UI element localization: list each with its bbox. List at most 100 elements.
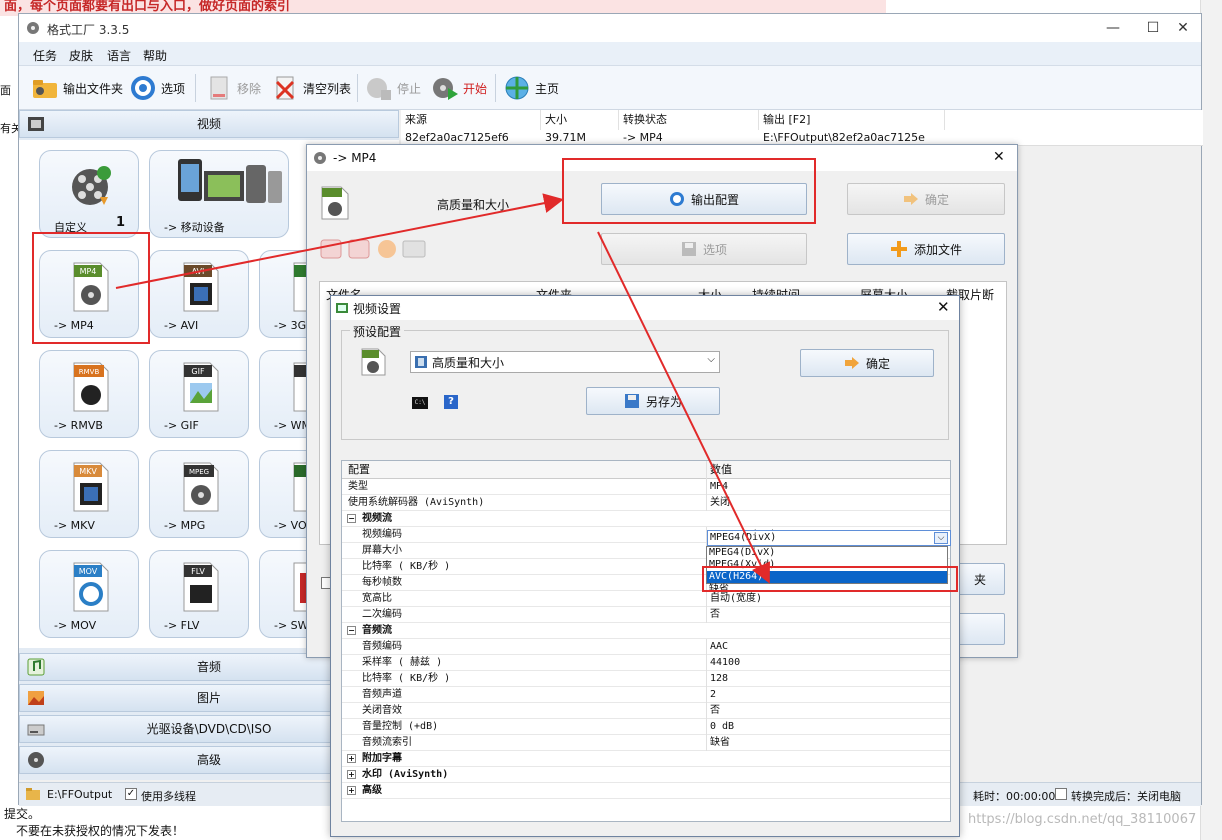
- tile-rmvb[interactable]: RMVB -> RMVB: [39, 350, 139, 438]
- property-row[interactable]: 比特率 ( KB/秒 ) 128: [342, 671, 950, 687]
- rmvb-file-icon: RMVB: [73, 362, 109, 412]
- column-divider: [706, 607, 707, 623]
- menu-skin[interactable]: 皮肤: [69, 47, 93, 64]
- mp4-extra-button[interactable]: [955, 613, 1005, 645]
- mp4-folder-button[interactable]: 夹: [955, 563, 1005, 595]
- menu-language[interactable]: 语言: [107, 47, 131, 64]
- property-row[interactable]: 音频流索引 缺省: [342, 735, 950, 751]
- menu-task[interactable]: 任务: [33, 47, 57, 64]
- property-row[interactable]: 音频声道 2: [342, 687, 950, 703]
- codec-select[interactable]: MPEG4(DivX) ⌵: [707, 530, 951, 546]
- property-row[interactable]: 使用系统解码器 (AviSynth) 关闭: [342, 495, 950, 511]
- gif-file-icon: GIF: [183, 362, 219, 412]
- tile-avi[interactable]: AVI -> AVI: [149, 250, 249, 338]
- property-row[interactable]: 宽高比 自动(宽度): [342, 591, 950, 607]
- column-divider: [706, 639, 707, 655]
- tile-mov[interactable]: MOV -> MOV: [39, 550, 139, 638]
- start-button[interactable]: 开始: [431, 72, 487, 104]
- property-row[interactable]: 音频编码 AAC: [342, 639, 950, 655]
- property-section[interactable]: + 水印 (AviSynth): [342, 767, 950, 783]
- tile-custom[interactable]: 自定义 1: [39, 150, 139, 238]
- command-line-icon[interactable]: C:\: [412, 397, 428, 409]
- options-button[interactable]: 选项: [129, 72, 185, 104]
- save-as-button[interactable]: 另存为: [586, 387, 720, 415]
- film-icon: [28, 117, 44, 131]
- column-source[interactable]: 来源: [401, 110, 541, 130]
- menu-help[interactable]: 帮助: [143, 47, 167, 64]
- mp4-file-icon: [321, 186, 349, 220]
- category-video[interactable]: 视频: [19, 110, 399, 138]
- after-convert-checkbox[interactable]: [1055, 788, 1067, 800]
- property-value[interactable]: 128: [710, 671, 728, 686]
- property-section[interactable]: + 附加字幕: [342, 751, 950, 767]
- folder-icon: [33, 80, 57, 98]
- property-row[interactable]: 关闭音效 否: [342, 703, 950, 719]
- property-value[interactable]: MP4: [710, 479, 728, 494]
- collapse-icon[interactable]: −: [347, 514, 356, 523]
- property-section[interactable]: − 视频流: [342, 511, 950, 527]
- clear-list-button[interactable]: 清空列表: [271, 72, 351, 104]
- picture-icon: [28, 691, 44, 705]
- remove-button[interactable]: 移除: [205, 72, 261, 104]
- property-row[interactable]: 二次编码 否: [342, 607, 950, 623]
- property-row[interactable]: 采样率 ( 赫兹 ) 44100: [342, 655, 950, 671]
- column-output[interactable]: 输出 [F2]: [759, 110, 945, 130]
- chevron-down-icon[interactable]: ⌵: [934, 532, 948, 544]
- property-value[interactable]: 缺省: [710, 735, 730, 750]
- property-value[interactable]: 2: [710, 687, 716, 702]
- property-section[interactable]: − 音频流: [342, 623, 950, 639]
- title-bar: 格式工厂 3.3.5 — ☐ ✕: [19, 14, 1201, 42]
- home-button[interactable]: 主页: [503, 72, 559, 104]
- property-value[interactable]: 0 dB: [710, 719, 734, 734]
- output-folder-button[interactable]: 输出文件夹: [31, 72, 123, 104]
- tile-flv[interactable]: FLV -> FLV: [149, 550, 249, 638]
- codec-option-divx[interactable]: MPEG4(DivX): [707, 547, 947, 559]
- minimize-button[interactable]: —: [1093, 14, 1133, 42]
- save-as-label: 另存为: [645, 394, 682, 409]
- annotation-box-mp4: [32, 232, 150, 344]
- tile-mkv[interactable]: MKV -> MKV: [39, 450, 139, 538]
- svg-text:AVI: AVI: [192, 267, 205, 276]
- settings-ok-button[interactable]: 确定: [800, 349, 934, 377]
- folder-icon: [26, 788, 40, 800]
- property-value[interactable]: 44100: [710, 655, 740, 670]
- property-row[interactable]: 音量控制 (+dB) 0 dB: [342, 719, 950, 735]
- tile-mobile[interactable]: -> 移动设备: [149, 150, 289, 238]
- property-value[interactable]: 否: [710, 607, 720, 622]
- music-note-icon: [27, 658, 45, 676]
- help-icon[interactable]: ?: [444, 395, 458, 409]
- property-value[interactable]: 关闭: [710, 495, 730, 510]
- preset-select[interactable]: 高质量和大小 ⌵: [410, 351, 720, 373]
- property-name: 音频流索引: [362, 737, 412, 748]
- tile-gif[interactable]: GIF -> GIF: [149, 350, 249, 438]
- close-button[interactable]: ✕: [1163, 14, 1203, 42]
- mp4-dialog-close-button[interactable]: ✕: [993, 149, 1005, 165]
- column-size[interactable]: 大小: [541, 110, 619, 130]
- video-settings-close-button[interactable]: ✕: [937, 298, 950, 316]
- video-settings-title: 视频设置: [353, 302, 402, 316]
- tile-mpg[interactable]: MPEG -> MPG: [149, 450, 249, 538]
- property-value[interactable]: AAC: [710, 639, 728, 654]
- stop-button[interactable]: 停止: [365, 72, 421, 104]
- property-name: 类型: [348, 481, 368, 492]
- expand-icon[interactable]: +: [347, 770, 356, 779]
- property-section[interactable]: + 高级: [342, 783, 950, 799]
- expand-icon[interactable]: +: [347, 754, 356, 763]
- category-advanced-label: 高级: [196, 753, 221, 767]
- expand-icon[interactable]: +: [347, 786, 356, 795]
- property-name: 附加字幕: [362, 753, 402, 764]
- add-file-button[interactable]: 添加文件: [847, 233, 1005, 265]
- property-name: 视频流: [362, 513, 392, 524]
- multithread-checkbox[interactable]: ✓: [125, 788, 137, 800]
- output-path[interactable]: E:\FFOutput: [47, 788, 112, 801]
- tile-badge: 1: [116, 215, 126, 230]
- property-name: 每秒帧数: [362, 577, 402, 588]
- mp4-options-button[interactable]: 选项: [601, 233, 807, 265]
- tile-flv-label: -> FLV: [164, 619, 200, 632]
- property-value[interactable]: 否: [710, 703, 720, 718]
- collapse-icon[interactable]: −: [347, 626, 356, 635]
- property-row[interactable]: 类型 MP4: [342, 479, 950, 495]
- mp4-ok-button[interactable]: 确定: [847, 183, 1005, 215]
- column-status[interactable]: 转换状态: [619, 110, 759, 130]
- column-divider: [706, 461, 707, 479]
